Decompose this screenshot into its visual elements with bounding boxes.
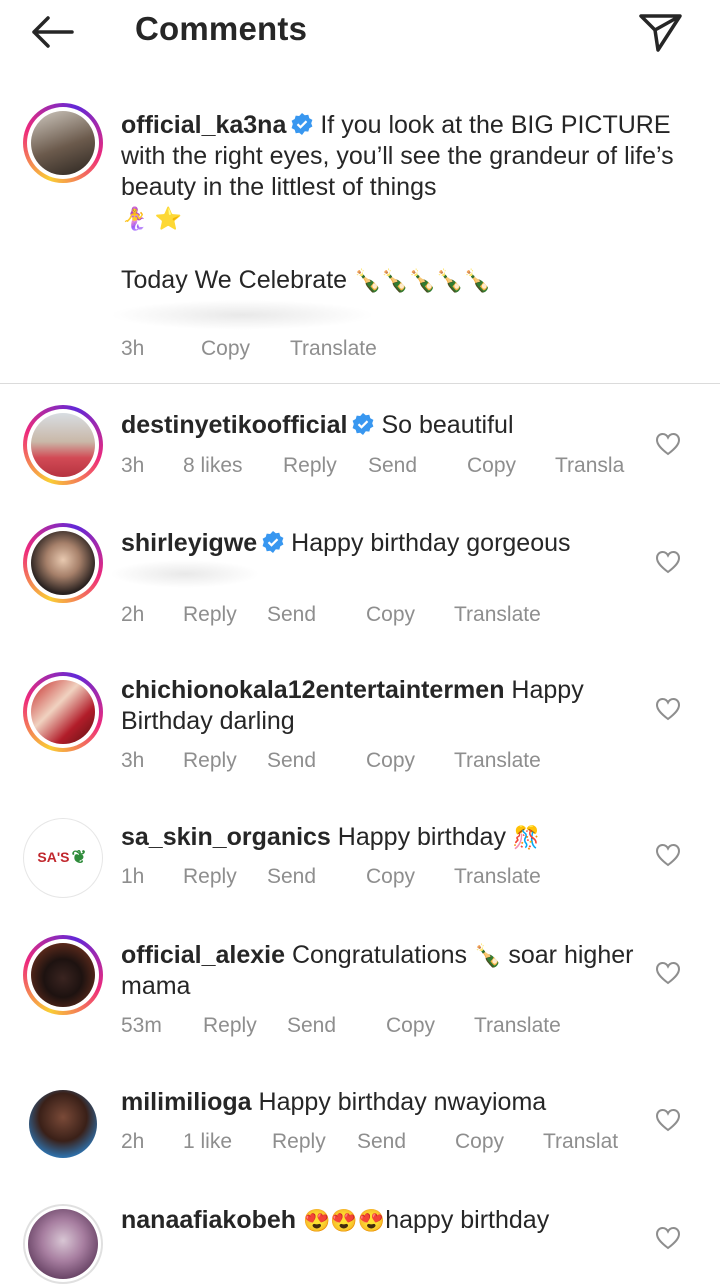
top-bar: Comments xyxy=(0,0,720,70)
verified-badge-icon xyxy=(262,531,284,553)
caption-emojis: 🧜‍♀️ ⭐ xyxy=(121,206,182,231)
comment-text: milimilioga Happy birthday nwayioma xyxy=(121,1087,681,1118)
reply-button[interactable]: Reply xyxy=(183,749,237,773)
avatar[interactable] xyxy=(23,523,103,603)
timestamp: 3h xyxy=(121,454,145,477)
confetti-emoji: 🎊 xyxy=(512,825,541,850)
comment-body: So beautiful xyxy=(381,411,514,439)
avatar[interactable] xyxy=(23,672,103,752)
timestamp: 1h xyxy=(121,865,145,888)
paper-plane-icon[interactable] xyxy=(636,8,686,54)
username[interactable]: milimilioga xyxy=(121,1088,252,1116)
comment-text: nanaafiakobeh 😍😍😍happy birthday xyxy=(121,1205,681,1236)
send-button[interactable]: Send xyxy=(267,603,316,627)
username[interactable]: shirleyigwe xyxy=(121,529,257,557)
timestamp: 53m xyxy=(121,1014,162,1037)
avatar-photo xyxy=(31,531,95,595)
translate-button[interactable]: Translat xyxy=(543,1130,618,1154)
username[interactable]: nanaafiakobeh xyxy=(121,1206,296,1234)
avatar[interactable]: SA'S ❦ xyxy=(23,818,103,898)
blur-smudge xyxy=(110,300,375,330)
copy-button[interactable]: Copy xyxy=(366,749,415,773)
avatar-logo: SA'S ❦ xyxy=(26,821,98,893)
avatar[interactable] xyxy=(23,405,103,485)
translate-button[interactable]: Translate xyxy=(290,337,377,361)
heart-eyes-emojis: 😍😍😍 xyxy=(303,1208,386,1233)
timestamp: 2h xyxy=(121,1130,145,1153)
likes-count[interactable]: 8 likes xyxy=(183,454,243,478)
username[interactable]: destinyetikoofficial xyxy=(121,411,347,439)
send-button[interactable]: Send xyxy=(267,749,316,773)
username[interactable]: chichionokala12entertaintermen xyxy=(121,676,504,704)
translate-button[interactable]: Translate xyxy=(474,1014,561,1038)
comment-body: happy birthday xyxy=(385,1206,550,1234)
avatar[interactable] xyxy=(23,1084,103,1164)
translate-button[interactable]: Translate xyxy=(454,749,541,773)
send-button[interactable]: Send xyxy=(267,865,316,889)
heart-outline-icon[interactable] xyxy=(655,432,681,456)
copy-button[interactable]: Copy xyxy=(366,865,415,889)
heart-outline-icon[interactable] xyxy=(655,961,681,985)
logo-text: SA'S xyxy=(37,849,70,865)
heart-outline-icon[interactable] xyxy=(655,697,681,721)
timestamp: 3h xyxy=(121,337,145,360)
comment-text: chichionokala12entertaintermen Happy Bir… xyxy=(121,675,681,737)
page-title: Comments xyxy=(135,10,308,47)
heart-outline-icon[interactable] xyxy=(655,1108,681,1132)
likes-count[interactable]: 1 like xyxy=(183,1130,232,1154)
send-button[interactable]: Send xyxy=(287,1014,336,1038)
comment-text: destinyetikoofficial So beautiful xyxy=(121,410,681,441)
comment-body: Happy birthday gorgeous xyxy=(291,529,571,557)
verified-badge-icon xyxy=(291,113,313,135)
copy-button[interactable]: Copy xyxy=(386,1014,435,1038)
comment-text: shirleyigwe Happy birthday gorgeous xyxy=(121,528,681,559)
send-button[interactable]: Send xyxy=(357,1130,406,1154)
reply-button[interactable]: Reply xyxy=(283,454,337,478)
send-button[interactable]: Send xyxy=(368,454,417,478)
username[interactable]: official_ka3na xyxy=(121,111,286,139)
username[interactable]: official_alexie xyxy=(121,941,285,969)
username[interactable]: sa_skin_organics xyxy=(121,823,331,851)
avatar-photo xyxy=(28,1209,98,1279)
comment-text: official_alexie Congratulations 🍾 soar h… xyxy=(121,940,681,1002)
copy-button[interactable]: Copy xyxy=(467,454,516,478)
comment-body: Happy birthday xyxy=(337,823,506,851)
reply-button[interactable]: Reply xyxy=(183,603,237,627)
translate-button[interactable]: Transla xyxy=(555,454,624,478)
copy-button[interactable]: Copy xyxy=(366,603,415,627)
avatar-photo xyxy=(31,943,95,1007)
heart-outline-icon[interactable] xyxy=(655,843,681,867)
comment-body: Happy birthday nwayioma xyxy=(258,1088,547,1116)
copy-button[interactable]: Copy xyxy=(201,337,250,361)
avatar-photo xyxy=(31,111,95,175)
heart-outline-icon[interactable] xyxy=(655,1226,681,1250)
caption-text: official_ka3na If you look at the BIG PIC… xyxy=(121,110,681,296)
champagne-emoji: 🍾 xyxy=(474,943,502,968)
caption-celebrate: Today We Celebrate xyxy=(121,266,348,294)
timestamp: 3h xyxy=(121,749,145,772)
avatar-photo xyxy=(29,1090,97,1158)
avatar[interactable] xyxy=(23,1204,103,1284)
champagne-emojis: 🍾🍾🍾🍾🍾 xyxy=(354,268,491,293)
reply-button[interactable]: Reply xyxy=(272,1130,326,1154)
verified-badge-icon xyxy=(353,413,374,435)
heart-outline-icon[interactable] xyxy=(655,550,681,574)
reply-button[interactable]: Reply xyxy=(183,865,237,889)
translate-button[interactable]: Translate xyxy=(454,865,541,889)
copy-button[interactable]: Copy xyxy=(455,1130,504,1154)
reply-button[interactable]: Reply xyxy=(203,1014,257,1038)
avatar-photo xyxy=(31,413,95,477)
comment-body: Congratulations xyxy=(291,941,468,969)
translate-button[interactable]: Translate xyxy=(454,603,541,627)
divider xyxy=(0,383,720,384)
timestamp: 2h xyxy=(121,603,145,626)
comment-text: sa_skin_organics Happy birthday 🎊 xyxy=(121,822,681,853)
avatar[interactable] xyxy=(23,103,103,183)
avatar[interactable] xyxy=(23,935,103,1015)
avatar-photo xyxy=(31,680,95,744)
blur-smudge xyxy=(110,560,260,588)
back-arrow-icon[interactable] xyxy=(28,12,78,52)
